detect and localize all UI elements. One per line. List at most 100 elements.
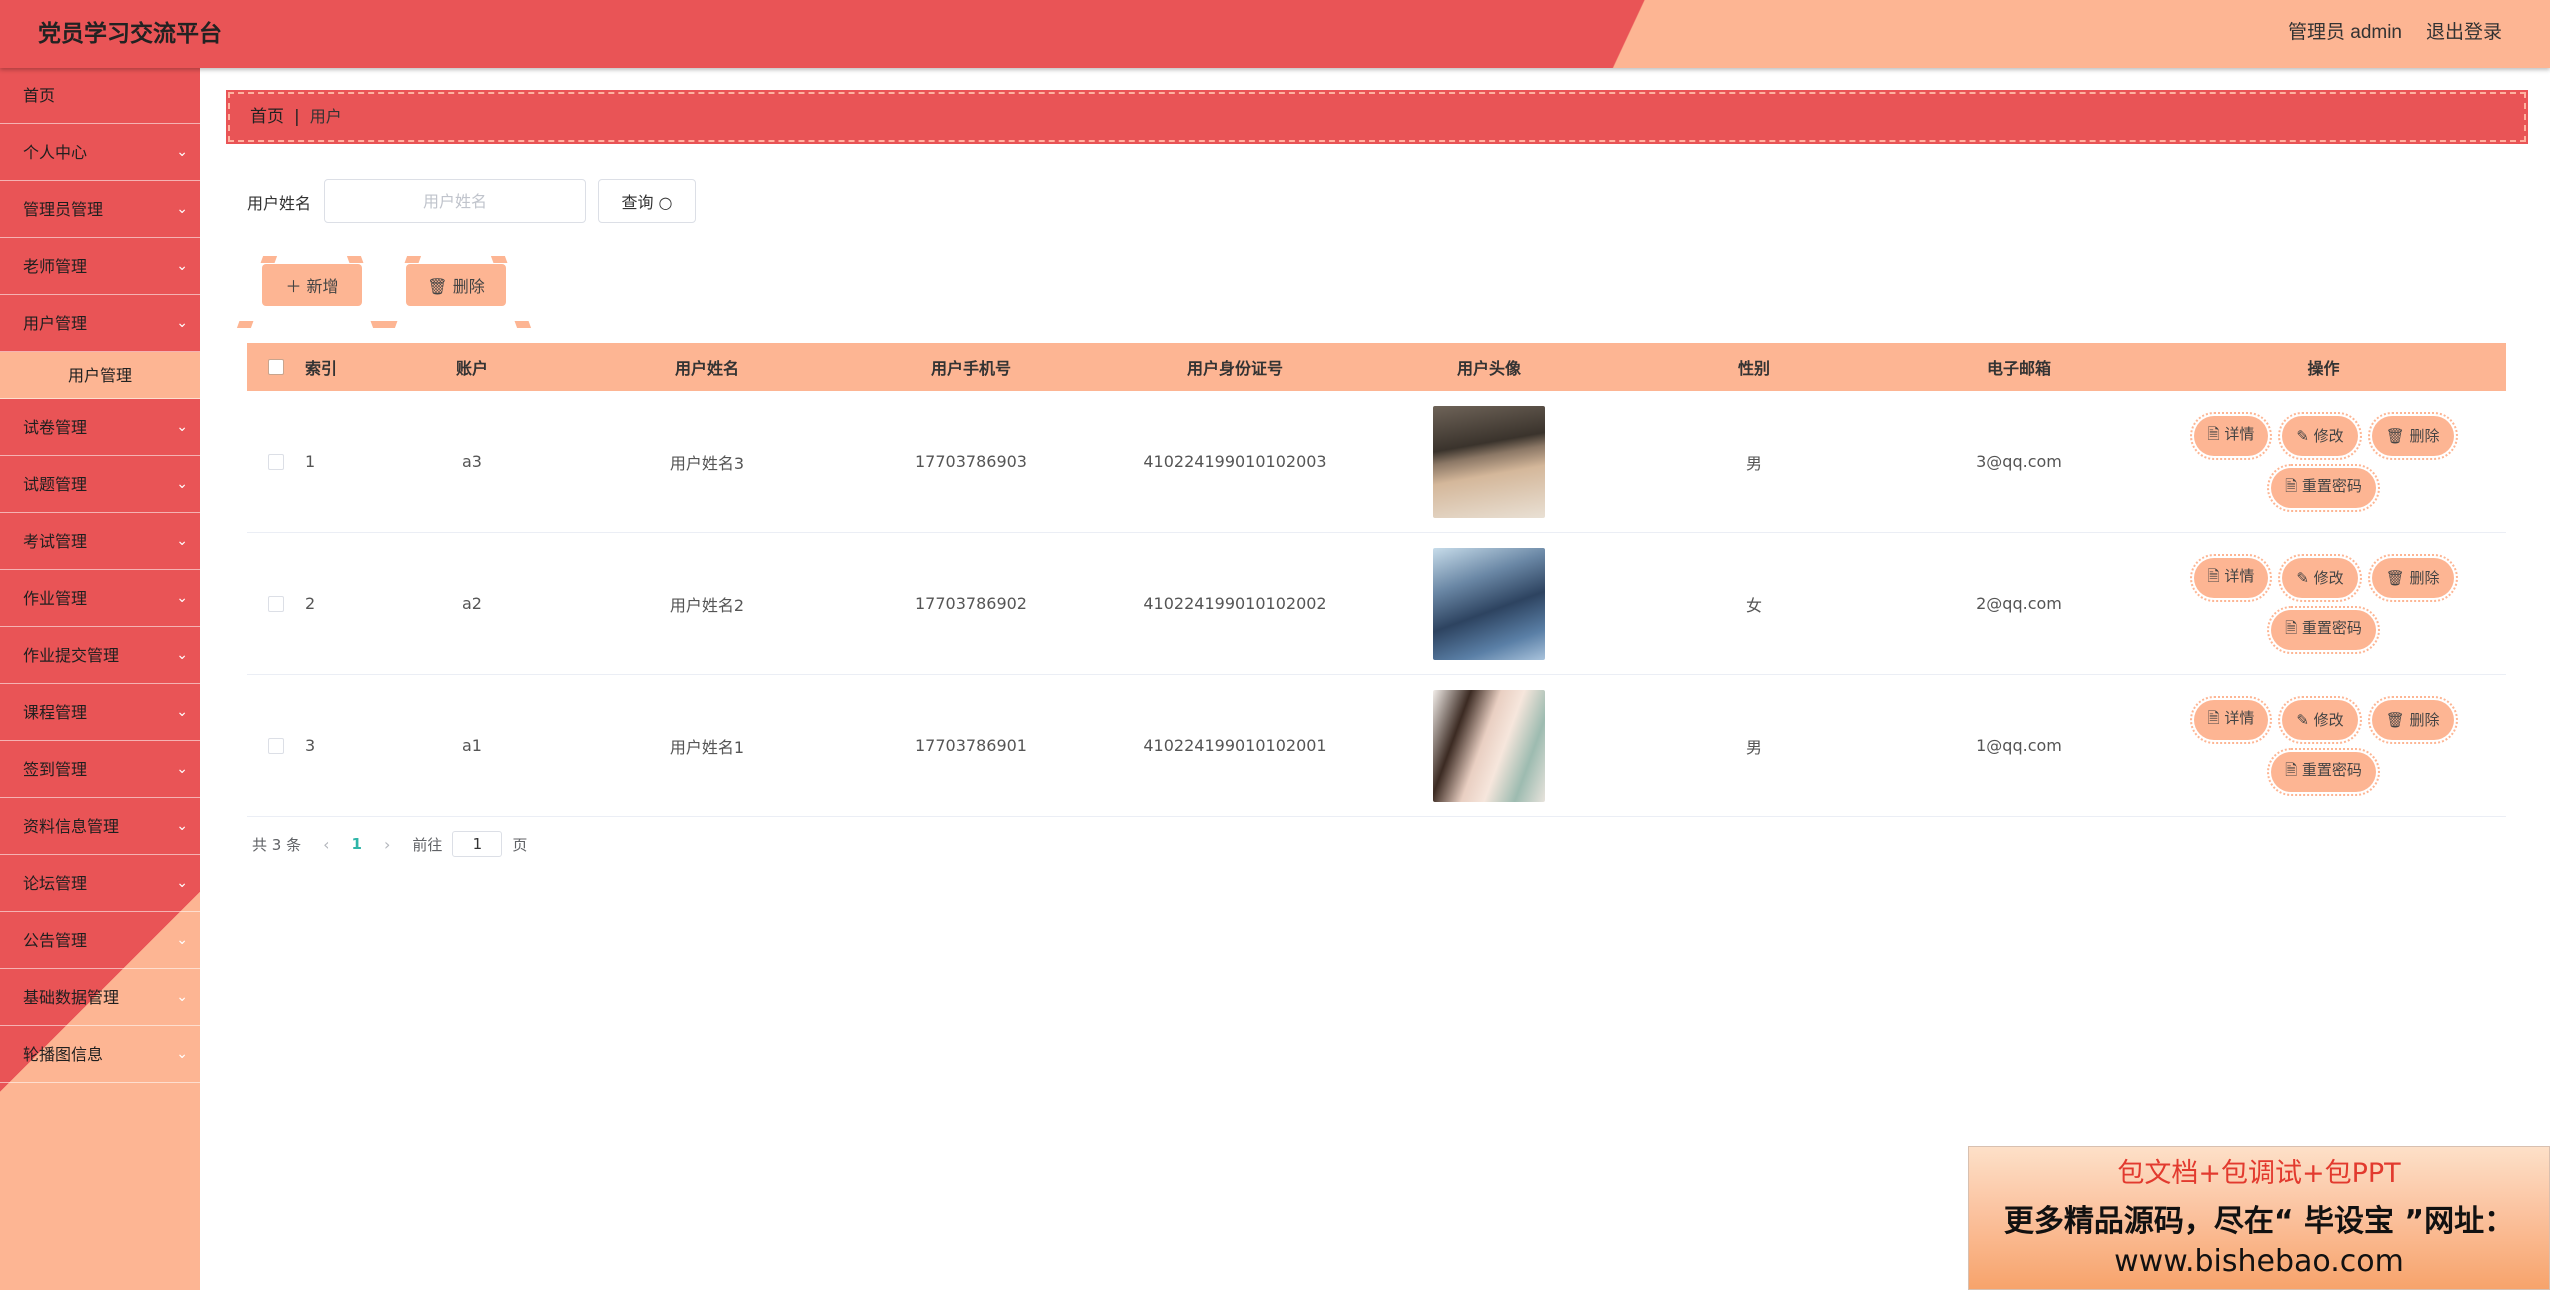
query-button[interactable]: 查询 ○ [598, 179, 696, 223]
goto-prefix: 前往 [412, 835, 443, 854]
breadcrumb-current: 用户 [309, 107, 342, 126]
user-avatar [1433, 689, 1545, 802]
watermark-banner: 包文档+包调试+包PPT 更多精品源码，尽在“ 毕设宝 ”网址： www.bis… [1968, 1146, 2550, 1290]
cell-actions: 🗎 详情 ✎ 修改 🗑 删除 🗎 重置密码 [2141, 553, 2506, 654]
cell-id-number: 410224199010102003 [1143, 452, 1327, 471]
current-user-label: 管理员 admin [2287, 22, 2402, 43]
sidebar-item-base-data-management[interactable]: 基础数据管理 ⌄ [0, 969, 200, 1026]
logout-link[interactable]: 退出登录 [2426, 0, 2502, 66]
sidebar-item-label: 个人中心 [23, 143, 88, 162]
cell-account: a2 [462, 594, 482, 613]
breadcrumb: 首页 | 用户 [228, 92, 2526, 142]
header-email: 电子邮箱 [1986, 359, 2051, 378]
app-title: 党员学习交流平台 [38, 21, 222, 47]
cell-account: a3 [462, 452, 482, 471]
sidebar-item-checkin-management[interactable]: 签到管理 ⌄ [0, 741, 200, 798]
add-button[interactable]: ＋ 新增 [262, 264, 362, 306]
main-content: 首页 | 用户 用户姓名 查询 ○ ＋ 新增 🗑 删除 索引 账户 用户姓名 用户手… [200, 68, 2550, 1290]
chevron-down-icon: ⌄ [176, 647, 188, 663]
row-select-cell [247, 453, 305, 470]
cell-name: 用户姓名1 [669, 737, 745, 757]
sidebar-item-label: 首页 [23, 86, 56, 105]
edit-button[interactable]: ✎ 修改 [2278, 695, 2362, 744]
sidebar-item-label: 管理员管理 [23, 200, 104, 219]
cell-id-number: 410224199010102002 [1143, 594, 1327, 613]
header-phone: 用户手机号 [930, 359, 1011, 378]
edit-button[interactable]: ✎ 修改 [2278, 411, 2362, 460]
goto-page-input[interactable] [452, 831, 503, 857]
sidebar-item-course-management[interactable]: 课程管理 ⌄ [0, 684, 200, 741]
sidebar-item-label: 签到管理 [23, 760, 88, 779]
chevron-down-icon: ⌄ [176, 419, 188, 435]
table-header: 索引 账户 用户姓名 用户手机号 用户身份证号 用户头像 性别 电子邮箱 操作 [247, 343, 2506, 391]
sidebar-item-submission-management[interactable]: 作业提交管理 ⌄ [0, 627, 200, 684]
detail-button[interactable]: 🗎 详情 [2189, 695, 2273, 744]
sidebar-item-label: 试卷管理 [23, 418, 88, 437]
chevron-down-icon: ⌄ [176, 315, 188, 331]
sidebar-item-label: 作业管理 [23, 589, 88, 608]
watermark-line-1: 包文档+包调试+包PPT [2117, 1158, 2401, 1189]
header-id-number: 用户身份证号 [1186, 359, 1283, 378]
chevron-down-icon: ⌄ [176, 989, 188, 1005]
cell-account: a1 [462, 736, 482, 755]
sidebar-item-exam-management[interactable]: 考试管理 ⌄ [0, 513, 200, 570]
chevron-down-icon: ⌄ [176, 1046, 188, 1062]
sidebar-item-home[interactable]: 首页 [0, 68, 200, 124]
sidebar-item-carousel-info[interactable]: 轮播图信息 ⌄ [0, 1026, 200, 1083]
cell-email: 1@qq.com [1976, 736, 2062, 755]
search-input[interactable] [324, 179, 586, 223]
sidebar-item-admin-management[interactable]: 管理员管理 ⌄ [0, 181, 200, 238]
reset-password-button[interactable]: 🗎 重置密码 [2267, 747, 2380, 796]
cell-gender: 男 [1745, 453, 1762, 473]
cell-avatar [1367, 689, 1611, 802]
sidebar-item-teacher-management[interactable]: 老师管理 ⌄ [0, 238, 200, 295]
header-avatar: 用户头像 [1456, 359, 1521, 378]
page-number-current[interactable]: 1 [352, 835, 362, 853]
watermark-line-3: www.bishebao.com [2114, 1244, 2404, 1279]
delete-button[interactable]: 🗑 删除 [406, 264, 506, 306]
table-row: 2 a2 用户姓名2 17703786902 41022419901010200… [247, 533, 2506, 675]
sidebar-item-paper-management[interactable]: 试卷管理 ⌄ [0, 399, 200, 456]
select-all-checkbox[interactable] [268, 359, 284, 375]
sidebar-item-label: 公告管理 [23, 931, 88, 950]
watermark-line-2: 更多精品源码，尽在“ 毕设宝 ”网址： [2003, 1204, 2515, 1239]
header-account: 账户 [455, 359, 488, 378]
sidebar-item-question-management[interactable]: 试题管理 ⌄ [0, 456, 200, 513]
sidebar-item-material-management[interactable]: 资料信息管理 ⌄ [0, 798, 200, 855]
user-avatar [1433, 547, 1545, 660]
detail-button[interactable]: 🗎 详情 [2189, 411, 2273, 460]
detail-button[interactable]: 🗎 详情 [2189, 553, 2273, 602]
chevron-down-icon: ⌄ [176, 932, 188, 948]
row-checkbox[interactable] [268, 737, 284, 754]
sidebar-item-label: 用户管理 [23, 314, 88, 333]
row-checkbox[interactable] [268, 595, 284, 612]
sidebar-item-label: 考试管理 [23, 532, 88, 551]
sidebar-item-homework-management[interactable]: 作业管理 ⌄ [0, 570, 200, 627]
row-checkbox[interactable] [268, 453, 284, 470]
sidebar-subitem-user-management[interactable]: 用户管理 [0, 352, 200, 399]
next-page-icon[interactable]: › [372, 835, 402, 854]
cell-index: 1 [305, 452, 316, 471]
chevron-down-icon: ⌄ [176, 258, 188, 274]
reset-password-button[interactable]: 🗎 重置密码 [2267, 605, 2380, 654]
sidebar-item-personal-center[interactable]: 个人中心 ⌄ [0, 124, 200, 181]
cell-avatar [1367, 405, 1611, 518]
cell-actions: 🗎 详情 ✎ 修改 🗑 删除 🗎 重置密码 [2141, 411, 2506, 512]
sidebar-item-forum-management[interactable]: 论坛管理 ⌄ [0, 855, 200, 912]
cell-phone: 17703786902 [915, 594, 1027, 613]
row-delete-button[interactable]: 🗑 删除 [2367, 695, 2458, 744]
pagination: 共 3 条 ‹ 1 › 前往 页 [252, 831, 527, 857]
breadcrumb-home[interactable]: 首页 [250, 107, 284, 127]
search-label: 用户姓名 [247, 194, 312, 213]
edit-button[interactable]: ✎ 修改 [2278, 553, 2362, 602]
chevron-down-icon: ⌄ [176, 533, 188, 549]
reset-password-button[interactable]: 🗎 重置密码 [2267, 463, 2380, 512]
sidebar-item-notice-management[interactable]: 公告管理 ⌄ [0, 912, 200, 969]
prev-page-icon[interactable]: ‹ [311, 835, 341, 854]
cell-avatar [1367, 547, 1611, 660]
row-delete-button[interactable]: 🗑 删除 [2367, 411, 2458, 460]
pagination-total: 共 3 条 [252, 835, 302, 854]
header-actions: 操作 [2307, 359, 2340, 378]
sidebar-item-user-management[interactable]: 用户管理 ⌄ [0, 295, 200, 352]
row-delete-button[interactable]: 🗑 删除 [2367, 553, 2458, 602]
